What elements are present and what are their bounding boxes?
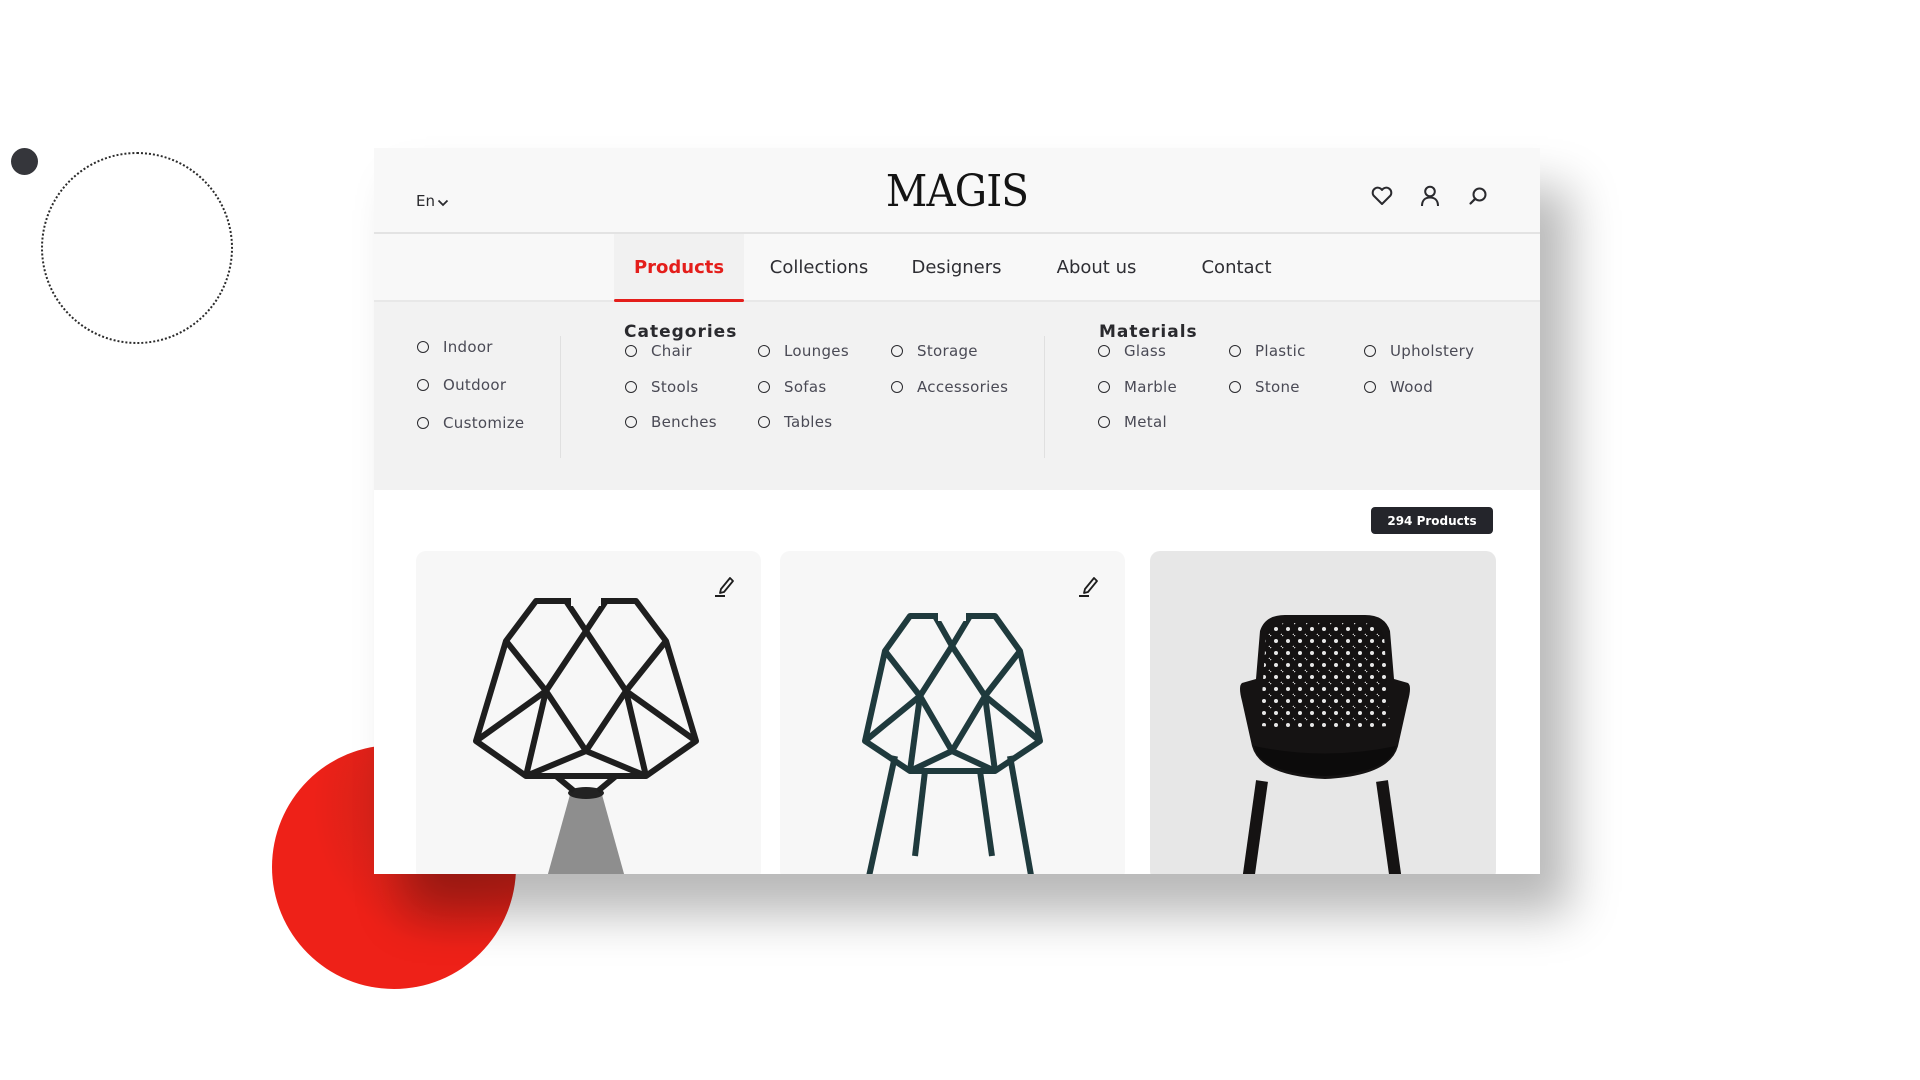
filter-outdoor[interactable]: Outdoor: [417, 376, 506, 394]
decorative-dot: [11, 148, 38, 175]
material-glass[interactable]: Glass: [1098, 342, 1166, 360]
radio-icon: [417, 379, 429, 391]
material-wood[interactable]: Wood: [1364, 378, 1433, 396]
material-plastic[interactable]: Plastic: [1229, 342, 1306, 360]
radio-icon: [1364, 381, 1376, 393]
products-mega-menu: Indoor Outdoor Customize Categories Chai…: [374, 302, 1540, 490]
search-button[interactable]: [1466, 184, 1490, 208]
radio-icon: [758, 345, 770, 357]
radio-icon: [1364, 345, 1376, 357]
radio-icon: [625, 416, 637, 428]
option-label: Plastic: [1255, 342, 1306, 360]
menu-divider: [1044, 336, 1045, 458]
radio-icon: [417, 417, 429, 429]
option-label: Wood: [1390, 378, 1434, 396]
option-label: Outdoor: [443, 376, 507, 394]
radio-icon: [758, 416, 770, 428]
option-label: Glass: [1124, 342, 1167, 360]
filter-customize[interactable]: Customize: [417, 414, 524, 432]
radio-icon: [1098, 345, 1110, 357]
option-label: Stools: [651, 378, 699, 396]
user-icon: [1421, 185, 1439, 207]
wishlist-button[interactable]: [1370, 184, 1394, 208]
radio-icon: [1229, 381, 1241, 393]
nav-collections[interactable]: Collections: [754, 234, 884, 300]
site-header: En MAGIS: [374, 148, 1540, 234]
heart-icon: [1371, 186, 1393, 205]
decorative-dotted-circle: [41, 152, 233, 344]
option-label: Benches: [651, 413, 717, 431]
category-sofas[interactable]: Sofas: [758, 378, 827, 396]
product-image-geometric-chair-concrete: [473, 598, 699, 874]
material-stone[interactable]: Stone: [1229, 378, 1300, 396]
radio-icon: [417, 341, 429, 353]
nav-products[interactable]: Products: [614, 234, 744, 302]
option-label: Stone: [1255, 378, 1300, 396]
option-label: Upholstery: [1390, 342, 1475, 360]
material-upholstery[interactable]: Upholstery: [1364, 342, 1474, 360]
radio-icon: [758, 381, 770, 393]
category-tables[interactable]: Tables: [758, 413, 832, 431]
category-chair[interactable]: Chair: [625, 342, 692, 360]
header-icons: [1370, 184, 1490, 208]
radio-icon: [1229, 345, 1241, 357]
option-label: Indoor: [443, 338, 493, 356]
category-storage[interactable]: Storage: [891, 342, 978, 360]
category-lounges[interactable]: Lounges: [758, 342, 849, 360]
product-card[interactable]: [416, 551, 761, 874]
product-count-badge: 294 Products: [1371, 507, 1493, 534]
product-card[interactable]: [1150, 551, 1496, 874]
option-label: Marble: [1124, 378, 1178, 396]
categories-heading: Categories: [624, 322, 738, 342]
product-image-geometric-chair-teal: [862, 613, 1043, 874]
option-label: Storage: [917, 342, 978, 360]
category-stools[interactable]: Stools: [625, 378, 699, 396]
radio-icon: [625, 381, 637, 393]
option-label: Tables: [784, 413, 833, 431]
option-label: Accessories: [917, 378, 1009, 396]
option-label: Sofas: [784, 378, 827, 396]
nav-designers[interactable]: Designers: [899, 234, 1014, 300]
product-image-perforated-armchair: [1240, 615, 1410, 874]
edit-icon[interactable]: [713, 573, 735, 597]
browser-window: En MAGIS Products Collections Designers …: [374, 148, 1540, 874]
main-nav: Products Collections Designers About us …: [374, 234, 1540, 302]
radio-icon: [891, 381, 903, 393]
radio-icon: [891, 345, 903, 357]
category-benches[interactable]: Benches: [625, 413, 717, 431]
nav-about-us[interactable]: About us: [1039, 234, 1154, 300]
filter-indoor[interactable]: Indoor: [417, 338, 493, 356]
radio-icon: [1098, 381, 1110, 393]
material-metal[interactable]: Metal: [1098, 413, 1167, 431]
option-label: Chair: [651, 342, 693, 360]
account-button[interactable]: [1418, 184, 1442, 208]
option-label: Metal: [1124, 413, 1167, 431]
materials-heading: Materials: [1099, 322, 1198, 342]
product-card[interactable]: [780, 551, 1125, 874]
option-label: Lounges: [784, 342, 849, 360]
option-label: Customize: [443, 414, 525, 432]
edit-icon[interactable]: [1077, 573, 1099, 597]
brand-logo[interactable]: MAGIS: [421, 166, 1494, 217]
material-marble[interactable]: Marble: [1098, 378, 1177, 396]
radio-icon: [625, 345, 637, 357]
radio-icon: [1098, 416, 1110, 428]
search-icon: [1469, 187, 1487, 205]
menu-divider: [560, 336, 561, 458]
nav-contact[interactable]: Contact: [1179, 234, 1294, 300]
category-accessories[interactable]: Accessories: [891, 378, 1008, 396]
